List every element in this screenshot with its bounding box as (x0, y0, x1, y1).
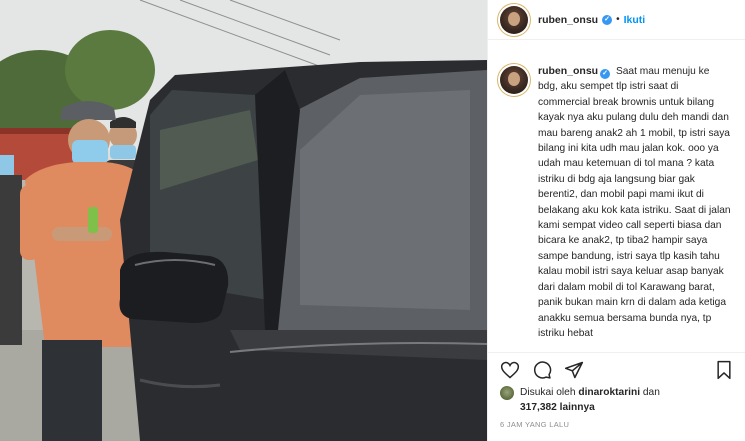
comment-icon[interactable] (532, 360, 552, 380)
likes-prefix: Disukai oleh (520, 387, 576, 398)
likes-text: Disukai oleh dinaroktarini dan 317,382 l… (520, 385, 660, 415)
photo-illustration (0, 0, 487, 441)
verified-badge-icon: ✓ (602, 14, 613, 25)
caption-username-link[interactable]: ruben_onsu (538, 65, 598, 77)
separator-dot: • (616, 14, 620, 25)
follow-button[interactable]: Ikuti (624, 14, 646, 26)
caption-section: ruben_onsu ✓ Saat mau menuju ke bdg, aku … (488, 52, 745, 352)
post-timestamp[interactable]: 6 JAM YANG LALU (500, 420, 569, 429)
post-photo (0, 0, 487, 441)
liker-username-link[interactable]: dinaroktarini (578, 387, 640, 398)
liker-avatar[interactable] (500, 386, 514, 400)
post-side-panel: ruben_onsu ✓ • Ikuti ruben_onsu ✓ Saat ma… (487, 0, 745, 441)
likes-suffix[interactable]: lainnya (560, 402, 595, 413)
action-bar (488, 352, 745, 386)
caption-verified-badge-icon: ✓ (600, 69, 611, 79)
send-icon[interactable] (564, 360, 584, 380)
likes-conjunction: dan (642, 387, 660, 398)
post-header: ruben_onsu ✓ • Ikuti (488, 0, 745, 40)
heart-icon[interactable] (500, 360, 520, 380)
username-link[interactable]: ruben_onsu (538, 14, 598, 26)
caption-text: Saat mau menuju ke bdg, aku sempet tlp i… (538, 66, 731, 339)
bookmark-icon[interactable] (714, 360, 734, 380)
likes-summary: Disukai oleh dinaroktarini dan 317,382 l… (500, 385, 740, 415)
caption-avatar[interactable] (500, 66, 528, 94)
likes-count-link[interactable]: 317,382 (520, 402, 557, 413)
avatar[interactable] (500, 5, 528, 34)
caption-text-block: ruben_onsu ✓ Saat mau menuju ke bdg, aku … (538, 64, 732, 352)
